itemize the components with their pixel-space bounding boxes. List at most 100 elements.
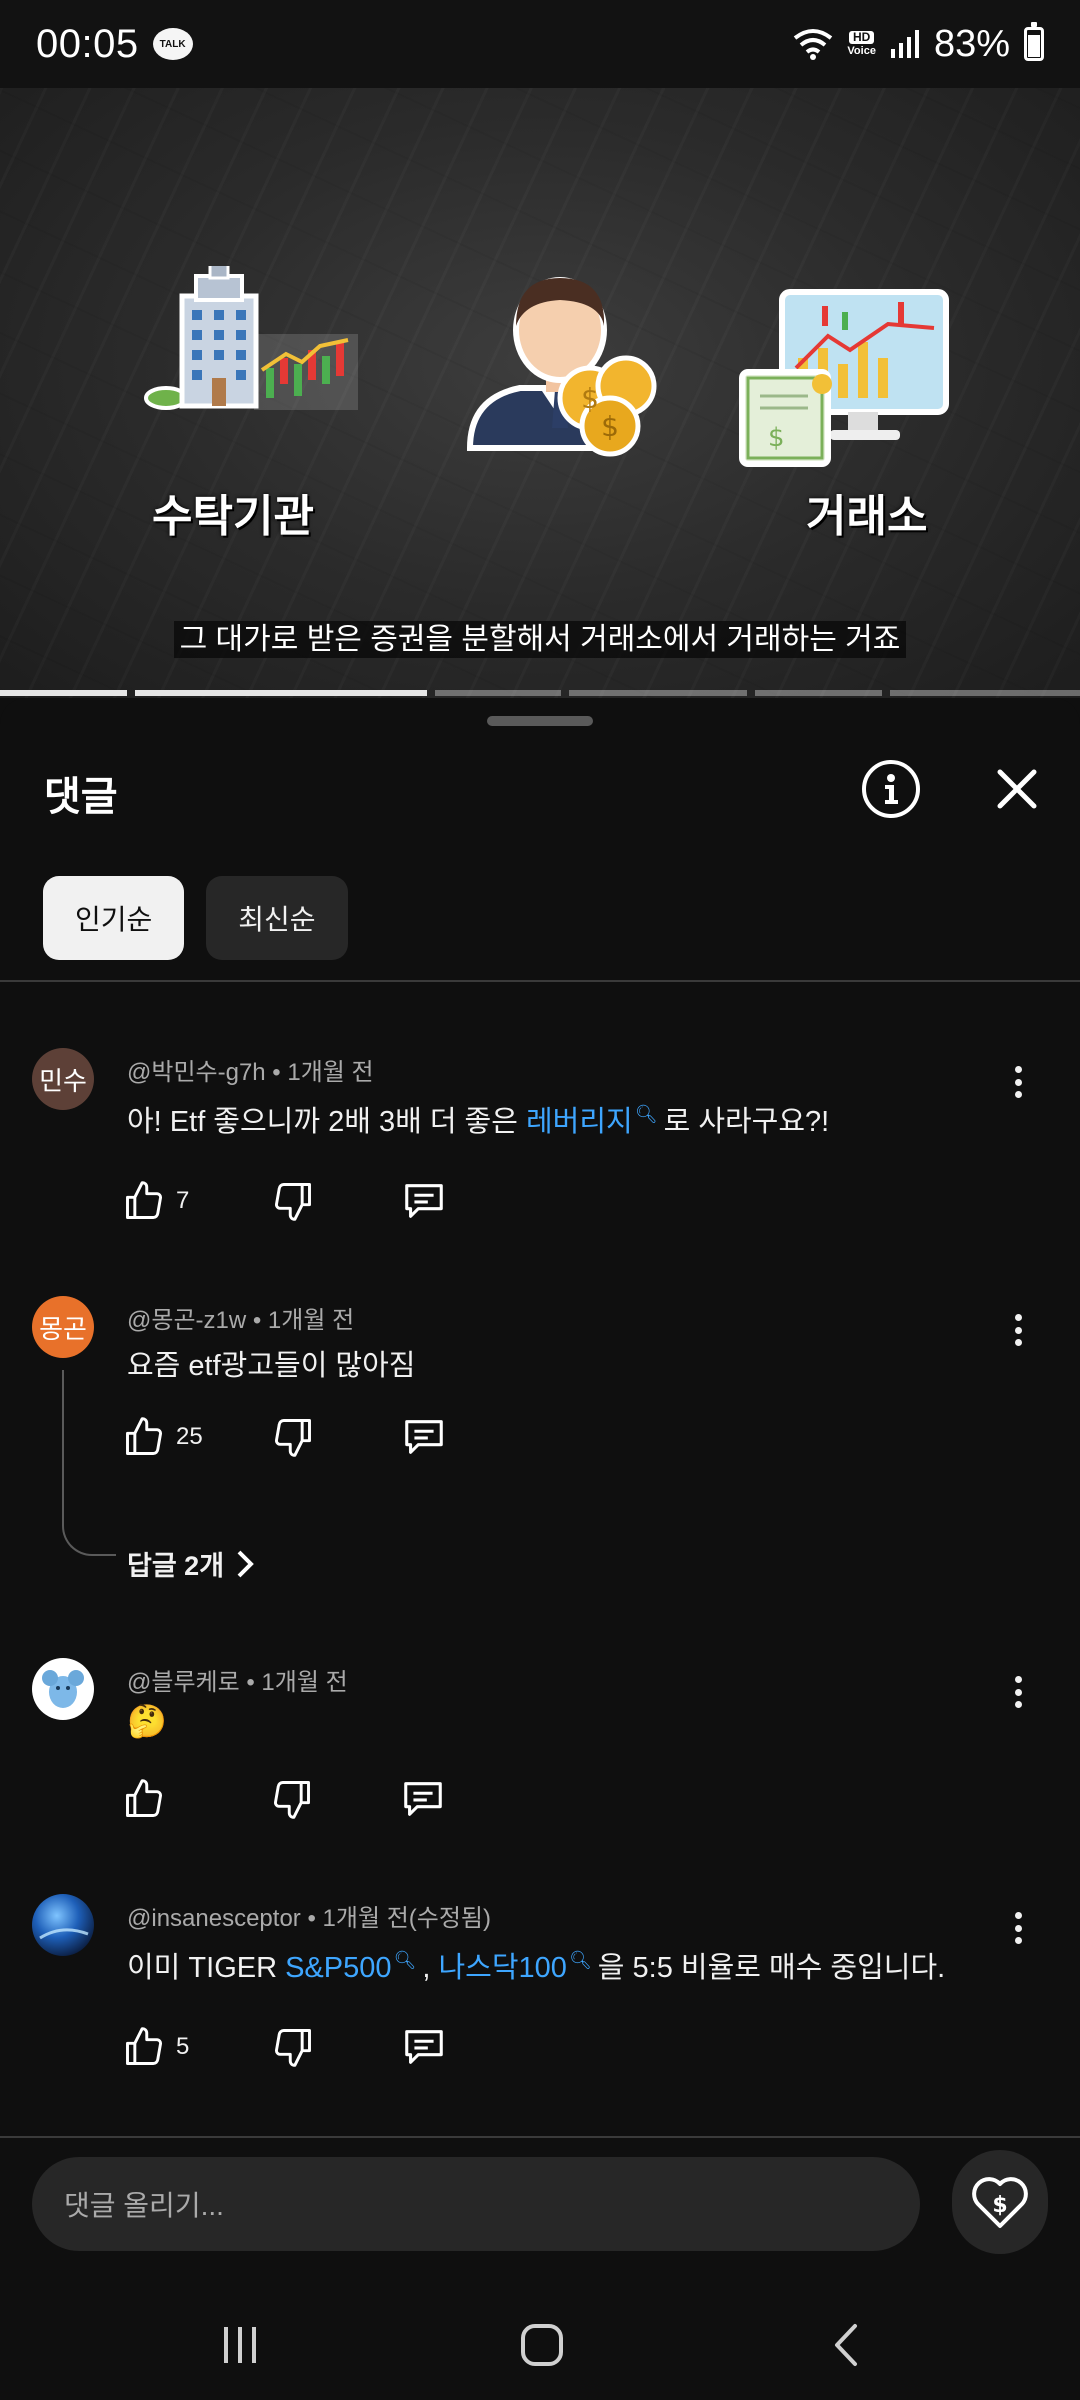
thumbs-up-icon [126, 1181, 162, 1219]
view-replies-button[interactable]: 답글 2개 [127, 1544, 256, 1583]
video-label-custodian: 수탁기관 [152, 492, 314, 541]
planet-avatar-icon [39, 1928, 89, 1940]
more-options-icon[interactable] [1003, 1310, 1033, 1350]
comment-meta[interactable]: @블루케로 • 1개월 전 [127, 1662, 348, 1697]
svg-text:$: $ [581, 382, 599, 415]
recent-apps-button[interactable] [200, 2310, 280, 2380]
chevron-right-icon [237, 1550, 254, 1577]
back-button[interactable] [806, 2310, 886, 2380]
thumbs-down-icon [275, 1183, 312, 1221]
like-button[interactable]: 5 [122, 2025, 189, 2069]
video-chapter-progress[interactable] [0, 690, 1080, 696]
video-label-exchange: 거래소 [806, 492, 928, 541]
svg-text:$: $ [992, 2193, 1007, 2218]
svg-text:$: $ [768, 423, 785, 453]
like-count: 7 [176, 1187, 190, 1214]
comment-text: 🤔 [127, 1703, 167, 1739]
comment-actions [122, 1774, 446, 1824]
wifi-icon [794, 29, 833, 60]
sort-chips: 인기순 최신순 [43, 876, 348, 960]
reply-icon [404, 1420, 443, 1454]
like-button[interactable]: 25 [122, 1415, 203, 1459]
drag-handle[interactable] [487, 716, 593, 726]
dislike-button[interactable] [270, 1777, 314, 1821]
chapter-segment [569, 690, 747, 696]
chapter-segment [754, 690, 882, 696]
reply-icon [405, 2030, 444, 2064]
chip-newest[interactable]: 최신순 [206, 876, 348, 960]
comment-meta[interactable]: @몽곤-z1w • 1개월 전 [127, 1300, 354, 1335]
status-time: 00:05 [36, 21, 139, 66]
chapter-segment [434, 690, 562, 696]
chip-top[interactable]: 인기순 [43, 876, 185, 960]
comment-actions: 5 [122, 2022, 447, 2072]
info-button[interactable] [862, 760, 920, 818]
comment-meta[interactable]: @박민수-g7h • 1개월 전 [127, 1052, 374, 1087]
svg-text:$: $ [601, 410, 619, 443]
divider [0, 2136, 1080, 2138]
battery-icon [1024, 22, 1044, 61]
home-icon [521, 2324, 563, 2366]
search-icon: 🔍︎ [568, 1950, 592, 1971]
divider [0, 980, 1080, 982]
close-icon[interactable] [992, 764, 1042, 814]
thumbs-down-icon [274, 1781, 310, 1819]
heart-dollar-icon: $ [972, 2177, 1028, 2228]
home-button[interactable] [502, 2310, 582, 2380]
sheet-title: 댓글 [44, 775, 118, 819]
reply-icon [405, 1184, 444, 1218]
comment-actions: 7 [122, 1176, 447, 1226]
reply-thread-line [62, 1370, 116, 1556]
comment-text: 이미 TIGER S&P500 🔍︎, 나스닥100 🔍︎ 을 5:5 비율로 매수 … [127, 1950, 946, 1984]
avatar[interactable]: 몽곤 [32, 1296, 94, 1358]
reply-button[interactable] [401, 2024, 447, 2070]
more-options-icon[interactable] [1003, 1908, 1033, 1948]
comment-actions: 25 [122, 1412, 447, 1462]
super-thanks-button[interactable]: $ [952, 2150, 1048, 2254]
dislike-button[interactable] [271, 1179, 315, 1223]
video-player[interactable]: 수탁기관 $ $ $ 거래소 그 대가로 받은 증권을 분할해서 거래소에서 거… [0, 88, 1080, 698]
reply-button[interactable] [400, 1776, 446, 1822]
more-options-icon[interactable] [1003, 1062, 1033, 1102]
reply-button[interactable] [401, 1414, 447, 1460]
thumbs-down-icon [275, 2029, 312, 2067]
comment-input[interactable]: 댓글 올리기... [32, 2157, 920, 2251]
avatar[interactable] [32, 1894, 94, 1956]
chapter-segment [0, 690, 127, 696]
signal-icon [890, 30, 919, 58]
search-link[interactable]: 나스닥100 [439, 1952, 567, 1984]
comment-input-placeholder: 댓글 올리기... [64, 2190, 224, 2221]
battery-percent: 83% [933, 22, 1010, 65]
back-icon [835, 2324, 857, 2366]
dislike-button[interactable] [271, 1415, 315, 1459]
reply-icon [404, 1782, 442, 1816]
like-button[interactable] [122, 1777, 166, 1821]
search-icon: 🔍︎ [393, 1950, 417, 1971]
search-link[interactable]: S&P500 [285, 1952, 391, 1984]
status-bar: 00:05 TALK HD Voice 83% [0, 0, 1080, 88]
businessman-coins-illustration: $ $ [466, 277, 657, 457]
chapter-segment [889, 690, 1080, 696]
video-subtitle: 그 대가로 받은 증권을 분할해서 거래소에서 거래하는 거죠 [0, 614, 1080, 658]
avatar[interactable] [32, 1658, 94, 1720]
thumbs-up-icon [126, 2027, 162, 2065]
recent-apps-icon [224, 2327, 256, 2363]
like-count: 5 [176, 2033, 190, 2060]
dislike-button[interactable] [271, 2025, 315, 2069]
chapter-segment [134, 690, 427, 696]
comment-text: 요즘 etf광고들이 많아짐 [127, 1350, 416, 1382]
comment-text: 아! Etf 좋으니까 2배 3배 더 좋은 레버리지 🔍︎ 로 사라구요?! [127, 1104, 830, 1138]
comment-meta[interactable]: @insanesceptor • 1개월 전(수정됨) [127, 1898, 491, 1933]
system-nav-bar [0, 2290, 1080, 2400]
search-link[interactable]: 레버리지 [526, 1106, 633, 1138]
reply-button[interactable] [401, 1178, 447, 1224]
thumbs-up-icon [126, 1779, 162, 1817]
like-count: 25 [176, 1423, 203, 1450]
building-chart-illustration [144, 266, 358, 410]
more-options-icon[interactable] [1003, 1672, 1033, 1712]
like-button[interactable]: 7 [122, 1179, 189, 1223]
avatar[interactable]: 민수 [32, 1048, 94, 1110]
search-icon: 🔍︎ [634, 1104, 658, 1125]
hd-voice-icon: HD Voice [847, 30, 876, 57]
thumbs-up-icon [126, 1417, 162, 1455]
